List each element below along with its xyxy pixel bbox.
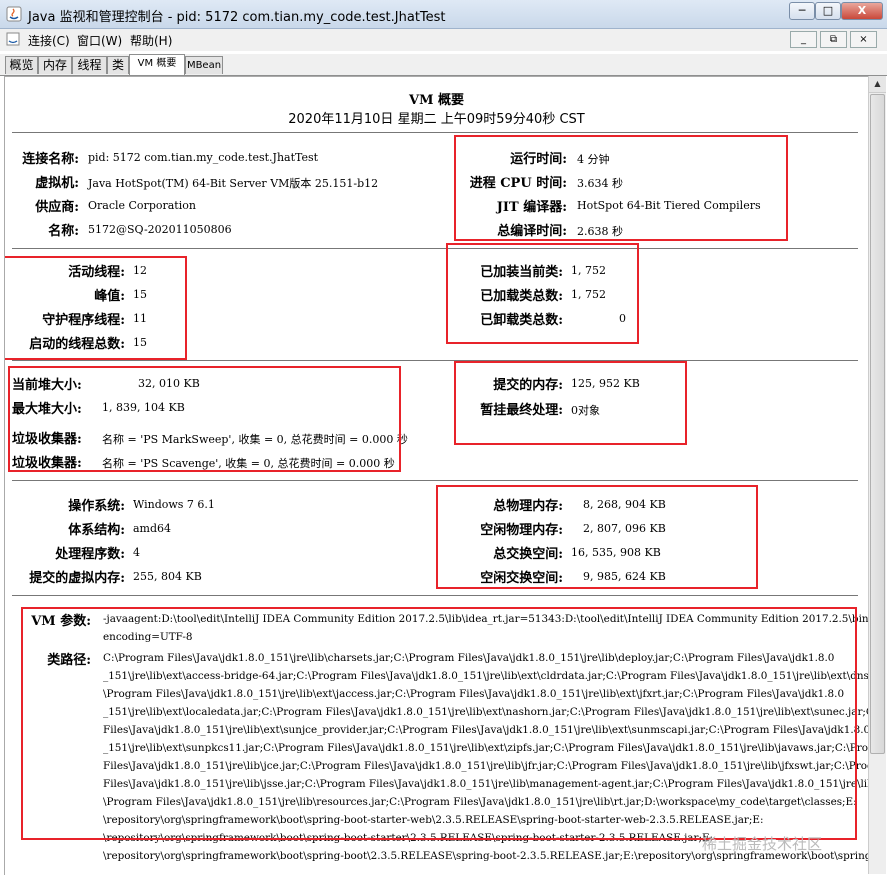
- value-vm: Java HotSpot(TM) 64-Bit Server VM版本 25.1…: [88, 177, 379, 190]
- divider: [12, 360, 858, 361]
- label-vendor: 供应商:: [35, 200, 79, 215]
- inner-close-button[interactable]: ×: [850, 31, 877, 48]
- minimize-button[interactable]: ─: [789, 2, 815, 20]
- tab-memory[interactable]: 内存: [38, 56, 72, 74]
- tab-vm-summary[interactable]: VM 概要: [129, 54, 185, 75]
- window-title: Java 监视和管理控制台 - pid: 5172 com.tian.my_co…: [28, 10, 446, 25]
- value-processors: 4: [133, 546, 140, 559]
- maximize-button[interactable]: □: [815, 2, 841, 20]
- highlight-box: [436, 485, 758, 589]
- value-vendor: Oracle Corporation: [88, 199, 196, 212]
- divider: [12, 480, 858, 481]
- value-name: 5172@SQ-202011050806: [88, 223, 232, 236]
- scrollbar-thumb[interactable]: [870, 94, 885, 754]
- divider: [12, 132, 858, 133]
- summary-datetime: 2020年11月10日 星期二 上午09时59分40秒 CST: [288, 112, 585, 127]
- summary-title: VM 概要: [408, 93, 464, 108]
- tab-mbean[interactable]: MBean: [185, 56, 223, 74]
- label-committed-virtual-memory: 提交的虚拟内存:: [29, 571, 125, 586]
- label-connection-name: 连接名称:: [22, 152, 79, 167]
- label-processors: 处理程序数:: [55, 547, 125, 562]
- highlight-box: [454, 135, 788, 241]
- vm-summary-panel: VM 概要 2020年11月10日 星期二 上午09时59分40秒 CST 连接…: [4, 76, 868, 875]
- highlight-box: [8, 366, 401, 472]
- menu-help[interactable]: 帮助(H): [130, 32, 172, 49]
- inner-restore-button[interactable]: ⧉: [820, 31, 847, 48]
- menubar: 连接(C) 窗口(W) 帮助(H): [0, 29, 887, 51]
- java-app-icon: [6, 6, 22, 22]
- highlight-box: [5, 256, 187, 360]
- java-menu-icon[interactable]: [6, 32, 20, 46]
- highlight-box: [454, 361, 687, 445]
- label-name: 名称:: [48, 224, 79, 239]
- label-os: 操作系统:: [68, 499, 125, 514]
- label-architecture: 体系结构:: [68, 523, 125, 538]
- value-committed-virtual-memory: 255, 804 KB: [133, 570, 202, 583]
- close-button[interactable]: X: [841, 2, 883, 20]
- tab-overview[interactable]: 概览: [5, 56, 38, 74]
- divider: [12, 595, 858, 596]
- tab-classes[interactable]: 类: [107, 56, 129, 74]
- menu-window[interactable]: 窗口(W): [77, 32, 122, 49]
- watermark: 稀土掘金技术社区: [702, 835, 823, 853]
- label-vm: 虚拟机:: [35, 176, 79, 191]
- value-connection-name: pid: 5172 com.tian.my_code.test.JhatTest: [88, 151, 319, 164]
- tab-threads[interactable]: 线程: [72, 56, 107, 74]
- tab-bar: 概览 内存 线程 类 VM 概要 MBean: [0, 54, 887, 123]
- inner-minimize-button[interactable]: _: [790, 31, 817, 48]
- window-titlebar[interactable]: Java 监视和管理控制台 - pid: 5172 com.tian.my_co…: [0, 0, 887, 29]
- scroll-up-icon[interactable]: ▲: [869, 76, 886, 93]
- divider: [12, 248, 858, 249]
- value-os: Windows 7 6.1: [133, 498, 215, 511]
- menu-connection[interactable]: 连接(C): [28, 32, 70, 49]
- vertical-scrollbar[interactable]: ▲: [868, 76, 886, 874]
- highlight-box: [21, 607, 857, 840]
- highlight-box: [446, 243, 639, 344]
- value-architecture: amd64: [133, 522, 172, 535]
